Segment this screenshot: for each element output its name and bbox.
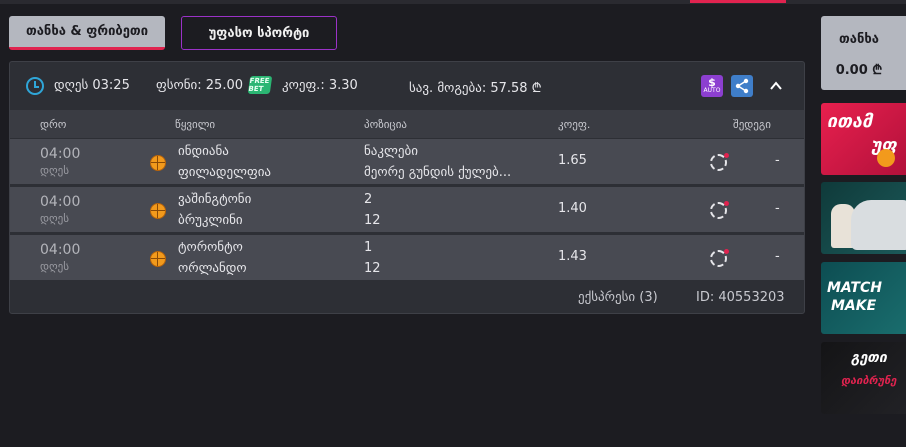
auto-cashout-icon[interactable]: $ AUTO bbox=[701, 75, 723, 97]
team-away: ბრუკლინი bbox=[178, 213, 243, 228]
bet-type: ექსპრესი (3) bbox=[578, 290, 658, 305]
promo-banner[interactable] bbox=[821, 182, 906, 254]
position-detail: მეორე გუნდის ქულებ... bbox=[364, 165, 512, 180]
basketball-icon bbox=[877, 149, 895, 167]
result-value: - bbox=[775, 201, 780, 216]
position-main: 1 bbox=[364, 240, 373, 255]
odd-value: 1.43 bbox=[558, 249, 587, 264]
col-pair: წყვილი bbox=[175, 118, 216, 131]
odd-value: 1.65 bbox=[558, 153, 587, 168]
position-detail: 12 bbox=[364, 213, 381, 228]
basketball-icon bbox=[150, 203, 166, 219]
balance-card[interactable]: თანხა 0.00 ₾ bbox=[821, 16, 906, 90]
basketball-icon bbox=[150, 251, 166, 267]
chevron-up-icon[interactable] bbox=[770, 80, 782, 92]
ticket-coef: კოეფ.: 3.30 bbox=[282, 78, 358, 93]
col-position: პოზიცია bbox=[364, 118, 407, 131]
position-main: ნაკლები bbox=[364, 144, 418, 159]
pending-icon bbox=[710, 249, 729, 267]
match-day: დღეს bbox=[40, 164, 69, 177]
tab-money-freebet[interactable]: თანხა & ფრიბეთი bbox=[9, 16, 165, 50]
ticket-header[interactable]: დღეს 03:25 ფსონი: 25.00 FREE BET კოეფ.: … bbox=[10, 62, 804, 110]
col-result: შედეგი bbox=[733, 118, 771, 131]
odd-value: 1.40 bbox=[558, 201, 587, 216]
col-time: დრო bbox=[40, 118, 67, 131]
result-value: - bbox=[775, 153, 780, 168]
promo-banner[interactable]: MATCH MAKE bbox=[821, 262, 906, 334]
position-main: 2 bbox=[364, 192, 373, 207]
team-away: ორლანდო bbox=[178, 261, 247, 276]
top-bar bbox=[0, 0, 906, 4]
promo-banner[interactable]: ითამ უფ bbox=[821, 103, 906, 175]
horse-image bbox=[851, 200, 906, 250]
balance-value: 0.00 ₾ bbox=[835, 63, 883, 78]
balance-label: თანხა bbox=[839, 32, 879, 47]
match-day: დღეს bbox=[40, 260, 69, 273]
ticket-date: დღეს 03:25 bbox=[54, 78, 130, 93]
share-icon[interactable] bbox=[731, 75, 753, 97]
team-home: ინდიანა bbox=[178, 144, 229, 159]
tab-free-sport[interactable]: უფასო სპორტი bbox=[181, 16, 337, 50]
bet-ticket: დღეს 03:25 ფსონი: 25.00 FREE BET კოეფ.: … bbox=[9, 61, 805, 314]
promo-banner[interactable]: გეთი დაიბრუნე bbox=[821, 342, 906, 414]
ticket-id: ID: 40553203 bbox=[696, 290, 785, 305]
table-row: 04:00 დღეს ინდიანა ფილადელფია ნაკლები მე… bbox=[10, 139, 804, 185]
pending-icon bbox=[710, 201, 729, 219]
position-detail: 12 bbox=[364, 261, 381, 276]
ticket-stake: ფსონი: 25.00 bbox=[156, 78, 243, 93]
team-home: ვაშინგტონი bbox=[178, 192, 252, 207]
col-coef: კოეფ. bbox=[558, 118, 591, 131]
table-header: დრო წყვილი პოზიცია კოეფ. შედეგი bbox=[10, 110, 804, 138]
pending-icon bbox=[710, 153, 729, 171]
match-day: დღეს bbox=[40, 212, 69, 225]
team-away: ფილადელფია bbox=[178, 165, 272, 180]
team-home: ტორონტო bbox=[178, 240, 243, 255]
table-row: 04:00 დღეს ტორონტო ორლანდო 1 12 1.43 - bbox=[10, 235, 804, 281]
ticket-footer: ექსპრესი (3) ID: 40553203 bbox=[10, 282, 804, 314]
match-time: 04:00 bbox=[40, 146, 81, 162]
clock-icon bbox=[26, 77, 44, 95]
basketball-icon bbox=[150, 155, 166, 171]
table-row: 04:00 დღეს ვაშინგტონი ბრუკლინი 2 12 1.40… bbox=[10, 187, 804, 233]
freebet-icon: FREE BET bbox=[247, 76, 273, 94]
match-time: 04:00 bbox=[40, 194, 81, 210]
top-accent bbox=[690, 0, 786, 3]
result-value: - bbox=[775, 249, 780, 264]
match-time: 04:00 bbox=[40, 242, 81, 258]
ticket-possible-win: სავ. მოგება: 57.58 ₾ bbox=[409, 81, 542, 96]
